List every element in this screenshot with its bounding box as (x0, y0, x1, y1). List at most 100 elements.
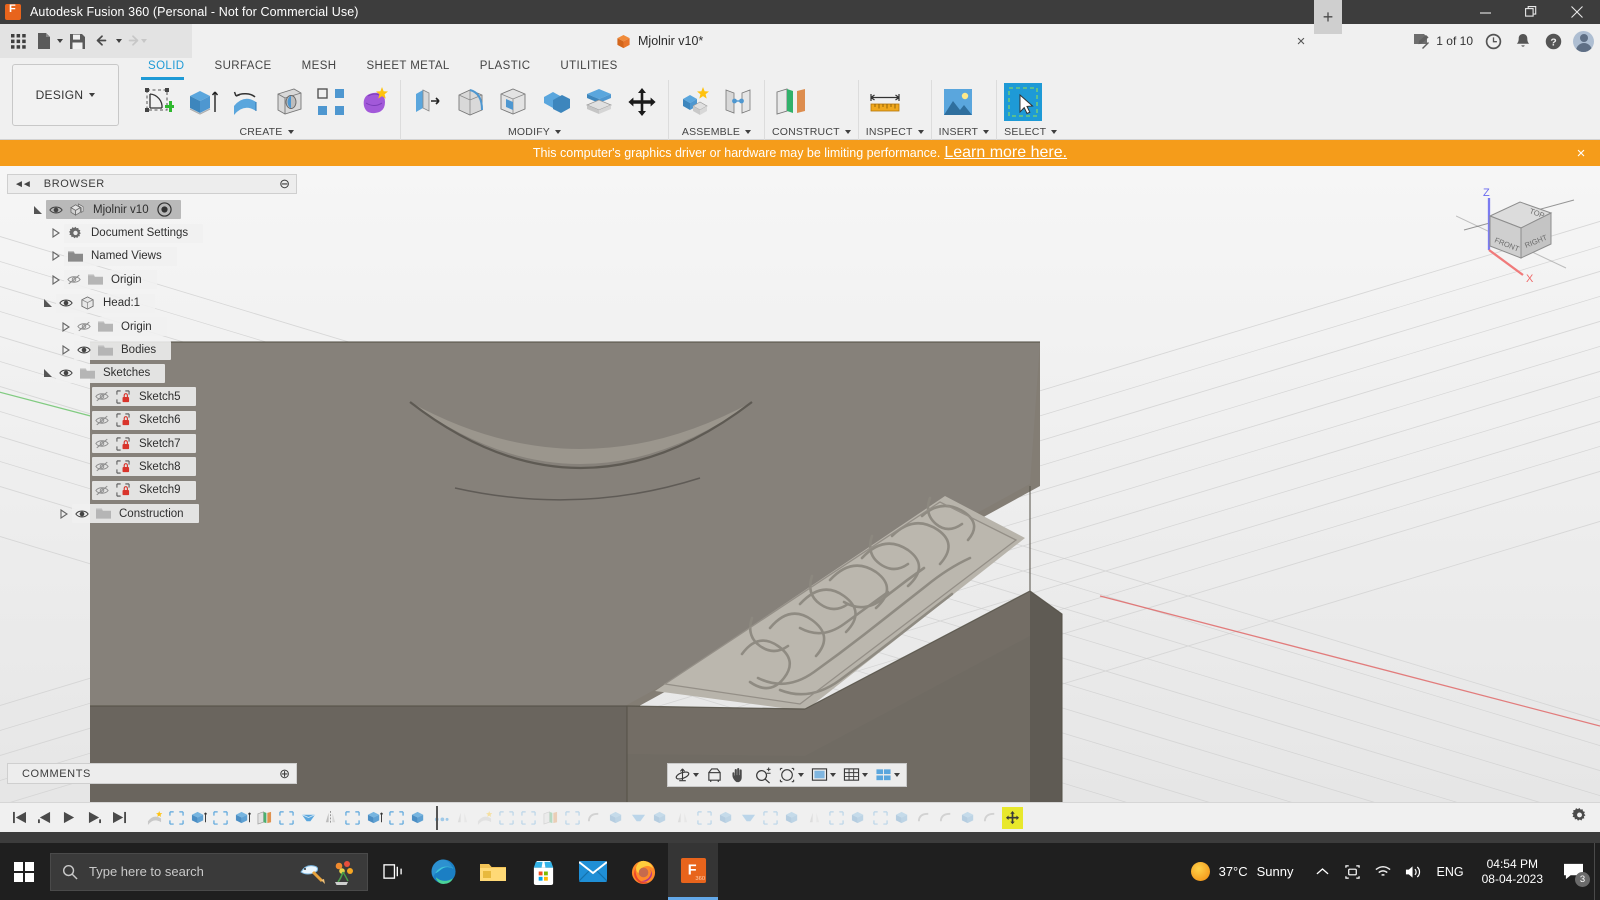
banner-learn-more-link[interactable]: Learn more here. (944, 144, 1067, 162)
redo-dropdown-icon[interactable] (141, 39, 147, 43)
collapsed-triangle-icon[interactable] (48, 247, 64, 266)
orbit-dropdown-icon[interactable] (693, 773, 699, 777)
new-tab-button[interactable]: + (1314, 0, 1342, 34)
create-sketch-icon[interactable] (140, 83, 178, 121)
timeline-item-extrude[interactable] (892, 807, 913, 829)
version-status[interactable]: 1 of 10 (1413, 33, 1473, 50)
timeline-item-extrude[interactable] (606, 807, 627, 829)
timeline-item-extrude[interactable] (188, 807, 209, 829)
data-panel-grid-icon[interactable] (6, 28, 30, 54)
viewports-dropdown-icon[interactable] (894, 773, 900, 777)
timeline-item-fillet[interactable] (914, 807, 935, 829)
add-comment-icon[interactable]: ⊕ (279, 766, 290, 782)
file-explorer-icon[interactable] (468, 843, 518, 900)
tab-plastic[interactable]: PLASTIC (465, 58, 546, 78)
timeline-item-loft[interactable] (738, 807, 759, 829)
expanded-triangle-icon[interactable] (40, 364, 56, 383)
new-component-icon[interactable] (676, 83, 714, 121)
tree-row-sketch7[interactable]: Sketch7 (0, 432, 300, 455)
restore-button[interactable] (1508, 0, 1554, 24)
taskbar-clock[interactable]: 04:54 PM 08-04-2023 (1473, 857, 1552, 887)
fit-dropdown-icon[interactable] (798, 773, 804, 777)
windows-start-button[interactable] (0, 843, 48, 900)
grid-snaps-dropdown-icon[interactable] (862, 773, 868, 777)
timeline-item-revolve[interactable] (144, 807, 165, 829)
notification-center-button[interactable]: 3 (1552, 843, 1594, 900)
timeline-item-sketch[interactable] (694, 807, 715, 829)
undo-icon[interactable] (91, 28, 115, 54)
timeline-item-extrude[interactable] (232, 807, 253, 829)
timeline-playhead-marker[interactable] (436, 806, 438, 830)
timeline-item-sketch[interactable] (496, 807, 517, 829)
save-icon[interactable] (65, 28, 89, 54)
microsoft-store-icon[interactable] (518, 843, 568, 900)
pan-button[interactable] (727, 765, 750, 785)
joint-icon[interactable] (719, 83, 757, 121)
tree-row-document-settings[interactable]: Document Settings (0, 221, 300, 244)
banner-close-icon[interactable]: × (1572, 144, 1590, 162)
timeline-item-sketch[interactable] (760, 807, 781, 829)
timeline-item-sketch[interactable] (166, 807, 187, 829)
wifi-icon[interactable] (1368, 843, 1398, 900)
fusion360-taskbar-icon[interactable]: F 360 (668, 843, 718, 900)
offset-face-icon[interactable] (580, 83, 618, 121)
hole-icon[interactable] (269, 83, 307, 121)
step-back-icon[interactable] (33, 807, 55, 829)
tree-row-sketches[interactable]: Sketches (0, 362, 300, 385)
display-settings-dropdown-icon[interactable] (830, 773, 836, 777)
move-copy-icon[interactable] (623, 83, 661, 121)
show-hidden-icons-chevron-icon[interactable] (1308, 843, 1338, 900)
expanded-triangle-icon[interactable] (40, 294, 56, 313)
timeline-item-fillet[interactable] (936, 807, 957, 829)
panel-inspect-dropdown-icon[interactable] (918, 130, 924, 134)
redo-icon[interactable] (124, 34, 140, 48)
undo-dropdown-icon[interactable] (116, 39, 122, 43)
orbit-button[interactable] (671, 765, 702, 785)
visibility-eye-icon[interactable] (46, 200, 66, 219)
tree-row-sketch8[interactable]: Sketch8 (0, 455, 300, 478)
tab-mesh[interactable]: MESH (287, 58, 352, 78)
visibility-eye-icon[interactable] (56, 294, 76, 313)
tree-row-named-views[interactable]: Named Views (0, 245, 300, 268)
panel-select-dropdown-icon[interactable] (1051, 130, 1057, 134)
document-tab[interactable]: Mjolnir v10* (600, 24, 719, 58)
expanded-triangle-icon[interactable] (30, 200, 46, 219)
tree-row-origin-child[interactable]: Origin (0, 315, 300, 338)
tab-solid[interactable]: SOLID (133, 58, 200, 78)
timeline-item-revolve[interactable] (474, 807, 495, 829)
panel-insert-dropdown-icon[interactable] (983, 130, 989, 134)
firefox-icon[interactable] (618, 843, 668, 900)
look-at-button[interactable] (703, 765, 726, 785)
edge-icon[interactable] (418, 843, 468, 900)
timeline-item-extrude[interactable] (364, 807, 385, 829)
visibility-eye-off-icon[interactable] (92, 434, 112, 453)
extrude-icon[interactable] (183, 83, 221, 121)
mail-icon[interactable] (568, 843, 618, 900)
timeline-item-sketch[interactable] (870, 807, 891, 829)
tree-row-sketch9[interactable]: Sketch9 (0, 479, 300, 502)
timeline-item-fillet[interactable] (584, 807, 605, 829)
timeline-item-extrude[interactable] (782, 807, 803, 829)
screen-capture-icon[interactable] (1338, 843, 1368, 900)
activate-component-radio[interactable] (156, 201, 173, 218)
play-icon[interactable] (58, 807, 80, 829)
timeline-item-sketch[interactable] (342, 807, 363, 829)
panel-construct-dropdown-icon[interactable] (845, 130, 851, 134)
pattern-icon[interactable] (312, 83, 350, 121)
timeline-item-plane[interactable] (540, 807, 561, 829)
timeline-item-loft[interactable] (298, 807, 319, 829)
timeline-item-sketch[interactable] (276, 807, 297, 829)
browser-minimize-icon[interactable]: ⊖ (279, 176, 290, 192)
form-create-icon[interactable] (355, 83, 393, 121)
select-tool-icon[interactable] (1004, 83, 1042, 121)
timeline-item-move-copy[interactable] (1002, 807, 1023, 829)
combine-icon[interactable] (537, 83, 575, 121)
tab-sheet-metal[interactable]: SHEET METAL (351, 58, 464, 78)
redo-button[interactable] (124, 28, 147, 54)
press-pull-icon[interactable] (408, 83, 446, 121)
panel-assemble-dropdown-icon[interactable] (745, 130, 751, 134)
panel-create-dropdown-icon[interactable] (288, 130, 294, 134)
timeline-item-sketch[interactable] (826, 807, 847, 829)
shell-icon[interactable] (494, 83, 532, 121)
tree-row-head[interactable]: Head:1 (0, 292, 300, 315)
